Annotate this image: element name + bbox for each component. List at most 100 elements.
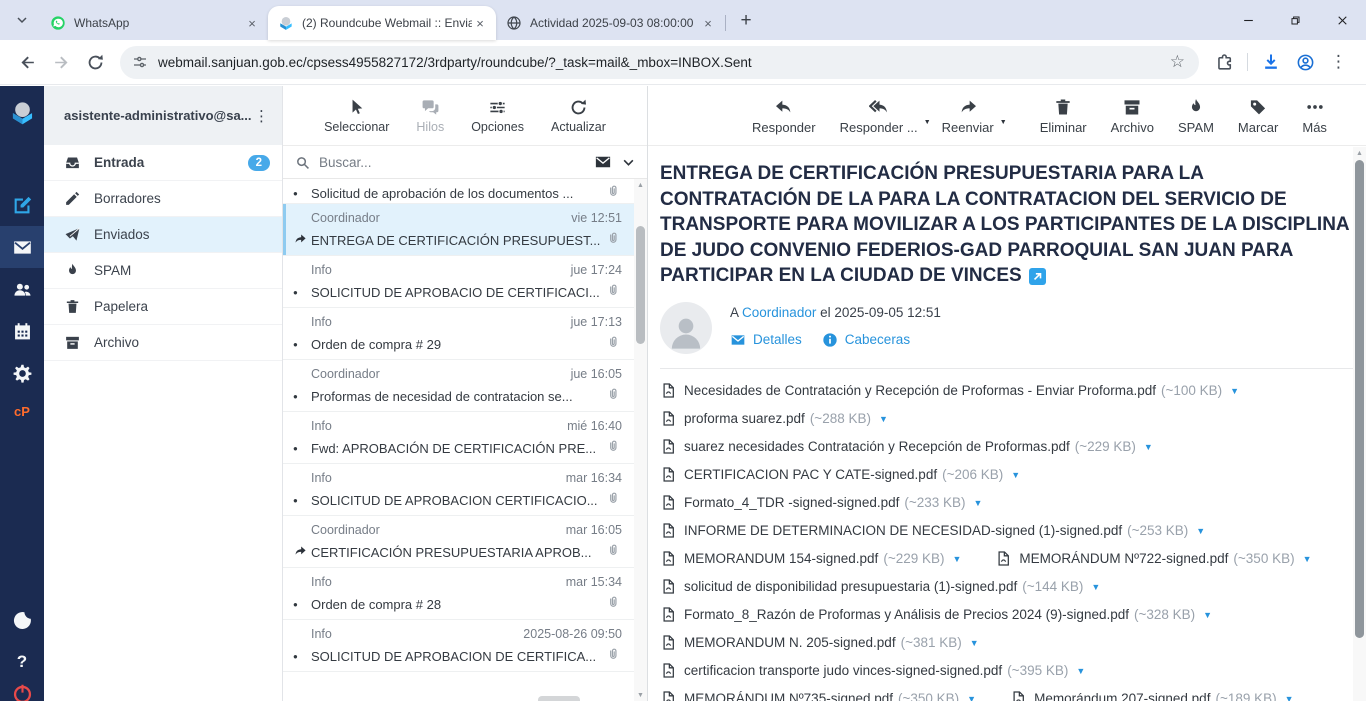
folder-entrada[interactable]: Entrada2: [44, 145, 282, 181]
calendar-nav-button[interactable]: [0, 310, 44, 352]
attachment-menu-caret-icon[interactable]: ▼: [1203, 610, 1212, 620]
recipient-link[interactable]: Coordinador: [742, 305, 816, 320]
extensions-button[interactable]: [1209, 47, 1239, 77]
search-input[interactable]: [319, 155, 594, 170]
message-row[interactable]: Infojue 17:13 ●Orden de compra # 29: [283, 308, 634, 360]
scroll-up-icon[interactable]: ▲: [634, 179, 647, 191]
mail-nav-button[interactable]: [0, 226, 44, 268]
reader-responder-button[interactable]: Responder ...▼: [840, 97, 918, 135]
cpanel-button[interactable]: cP: [0, 394, 44, 428]
site-info-icon[interactable]: [132, 54, 148, 70]
browser-tab-0[interactable]: WhatsApp ×: [40, 6, 268, 40]
downloads-button[interactable]: [1256, 47, 1286, 77]
list-scroll-thumb[interactable]: [636, 226, 645, 344]
window-close-button[interactable]: [1319, 0, 1366, 40]
logout-button[interactable]: [0, 683, 44, 701]
attachment-item[interactable]: Formato_8_Razón de Proformas y Análisis …: [660, 606, 1212, 623]
dark-mode-toggle[interactable]: [0, 599, 44, 641]
new-tab-button[interactable]: +: [732, 7, 760, 35]
message-row[interactable]: Infomar 15:34 ●Orden de compra # 28: [283, 568, 634, 620]
attachment-item[interactable]: CERTIFICACION PAC Y CATE-signed.pdf(~206…: [660, 466, 1020, 483]
folder-enviados[interactable]: Enviados: [44, 217, 282, 253]
toolbar-hilos-button[interactable]: Hilos: [416, 98, 444, 134]
list-scrollbar[interactable]: ▲ ▼: [634, 179, 647, 701]
toolbar-opciones-button[interactable]: Opciones: [471, 98, 524, 134]
reader-scroll-thumb[interactable]: [1355, 160, 1364, 638]
browser-tab-2[interactable]: Actividad 2025-09-03 08:00:00 ×: [496, 6, 724, 40]
reader-másbutton[interactable]: Más: [1302, 97, 1327, 135]
tab-close-icon[interactable]: ×: [472, 15, 488, 31]
message-row[interactable]: Infomié 16:40 ●Fwd: APROBACIÓN DE CERTIF…: [283, 412, 634, 464]
attachment-item[interactable]: suarez necesidades Contratación y Recepc…: [660, 438, 1153, 455]
search-scope-envelope-icon[interactable]: [594, 153, 612, 171]
folder-spam[interactable]: SPAM: [44, 253, 282, 289]
reader-spambutton[interactable]: SPAM: [1178, 97, 1214, 135]
reader-reenviarbutton[interactable]: Reenviar▼: [942, 97, 994, 135]
attachment-menu-caret-icon[interactable]: ▼: [879, 414, 888, 424]
attachment-menu-caret-icon[interactable]: ▼: [967, 694, 976, 701]
attachment-item[interactable]: Necesidades de Contratación y Recepción …: [660, 382, 1239, 399]
attachment-menu-caret-icon[interactable]: ▼: [1230, 386, 1239, 396]
reader-scrollbar[interactable]: ▲: [1353, 147, 1366, 701]
roundcube-logo[interactable]: [0, 86, 44, 138]
attachment-item[interactable]: solicitud de disponibilidad presupuestar…: [660, 578, 1100, 595]
message-row[interactable]: Infomar 16:34 ●SOLICITUD DE APROBACION C…: [283, 464, 634, 516]
attachment-menu-caret-icon[interactable]: ▼: [1285, 694, 1294, 701]
message-row[interactable]: Coordinadorvie 12:51 ENTREGA DE CERTIFIC…: [283, 204, 634, 256]
browser-menu-button[interactable]: ⋮: [1322, 52, 1356, 72]
back-button[interactable]: [12, 47, 42, 77]
reader-eliminarbutton[interactable]: Eliminar: [1040, 97, 1087, 135]
toolbar-seleccionar-button[interactable]: Seleccionar: [324, 98, 389, 134]
settings-nav-button[interactable]: [0, 352, 44, 394]
toolbar-actualizar-button[interactable]: Actualizar: [551, 98, 606, 134]
address-bar[interactable]: webmail.sanjuan.gob.ec/cpsess4955827172/…: [120, 46, 1199, 79]
attachment-menu-caret-icon[interactable]: ▼: [1144, 442, 1153, 452]
message-row[interactable]: Infojue 17:24 ●SOLICITUD DE APROBACIO DE…: [283, 256, 634, 308]
open-in-new-window-icon[interactable]: [1029, 268, 1046, 285]
browser-tab-1[interactable]: (2) Roundcube Webmail :: Envia ×: [268, 6, 496, 40]
message-row[interactable]: Coordinadormar 16:05 CERTIFICACIÓN PRESU…: [283, 516, 634, 568]
attachment-menu-caret-icon[interactable]: ▼: [1196, 526, 1205, 536]
attachment-item[interactable]: Formato_4_TDR -signed-signed.pdf(~233 KB…: [660, 494, 982, 511]
folder-papelera[interactable]: Papelera: [44, 289, 282, 325]
account-menu-icon[interactable]: ⋮: [252, 107, 272, 125]
window-restore-button[interactable]: [1272, 0, 1319, 40]
help-button[interactable]: ?: [0, 641, 44, 683]
attachment-menu-caret-icon[interactable]: ▼: [1303, 554, 1312, 564]
message-row[interactable]: Info2025-08-26 09:50 ●SOLICITUD DE APROB…: [283, 620, 634, 672]
attachment-item[interactable]: INFORME DE DETERMINACION DE NECESIDAD-si…: [660, 522, 1205, 539]
attachment-item[interactable]: MEMORÁNDUM Nº735-signed.pdf(~350 KB)▼: [660, 690, 976, 701]
message-row[interactable]: Coordinadorjue 16:05 ●Proformas de neces…: [283, 360, 634, 412]
profile-button[interactable]: [1290, 47, 1320, 77]
reload-button[interactable]: [80, 47, 110, 77]
dropdown-caret-icon[interactable]: ▼: [1000, 119, 1007, 126]
reader-marcarbutton[interactable]: Marcar: [1238, 97, 1278, 135]
attachment-item[interactable]: MEMORANDUM 154-signed.pdf(~229 KB)▼: [660, 550, 961, 567]
contacts-nav-button[interactable]: [0, 268, 44, 310]
window-minimize-button[interactable]: [1225, 0, 1272, 40]
dropdown-caret-icon[interactable]: ▼: [924, 119, 931, 126]
attachment-menu-caret-icon[interactable]: ▼: [1076, 666, 1085, 676]
details-toggle[interactable]: Detalles: [730, 332, 802, 348]
attachment-item[interactable]: certificacion transporte judo vinces-sig…: [660, 662, 1085, 679]
tab-close-icon[interactable]: ×: [244, 15, 260, 31]
forward-button[interactable]: [46, 47, 76, 77]
scroll-up-icon[interactable]: ▲: [1353, 147, 1366, 159]
headers-toggle[interactable]: Cabeceras: [822, 332, 910, 348]
attachment-menu-caret-icon[interactable]: ▼: [953, 554, 962, 564]
bookmark-star-icon[interactable]: ☆: [1166, 52, 1189, 72]
account-header[interactable]: asistente-administrativo@sa... ⋮: [44, 86, 282, 145]
attachment-menu-caret-icon[interactable]: ▼: [1011, 470, 1020, 480]
message-row[interactable]: ●Solicitud de aprobación de los document…: [283, 179, 634, 204]
reader-archivobutton[interactable]: Archivo: [1111, 97, 1154, 135]
folder-borradores[interactable]: Borradores: [44, 181, 282, 217]
search-options-chevron-icon[interactable]: [622, 156, 635, 169]
attachment-item[interactable]: proforma suarez.pdf(~288 KB)▼: [660, 410, 888, 427]
attachment-item[interactable]: MEMORANDUM N. 205-signed.pdf(~381 KB)▼: [660, 634, 979, 651]
tab-close-icon[interactable]: ×: [700, 15, 716, 31]
tab-search-button[interactable]: [8, 6, 36, 34]
reader-responderbutton[interactable]: Responder: [752, 97, 816, 135]
attachment-item[interactable]: MEMORÁNDUM Nº722-signed.pdf(~350 KB)▼: [995, 550, 1311, 567]
compose-button[interactable]: [0, 184, 44, 226]
attachment-menu-caret-icon[interactable]: ▼: [1091, 582, 1100, 592]
